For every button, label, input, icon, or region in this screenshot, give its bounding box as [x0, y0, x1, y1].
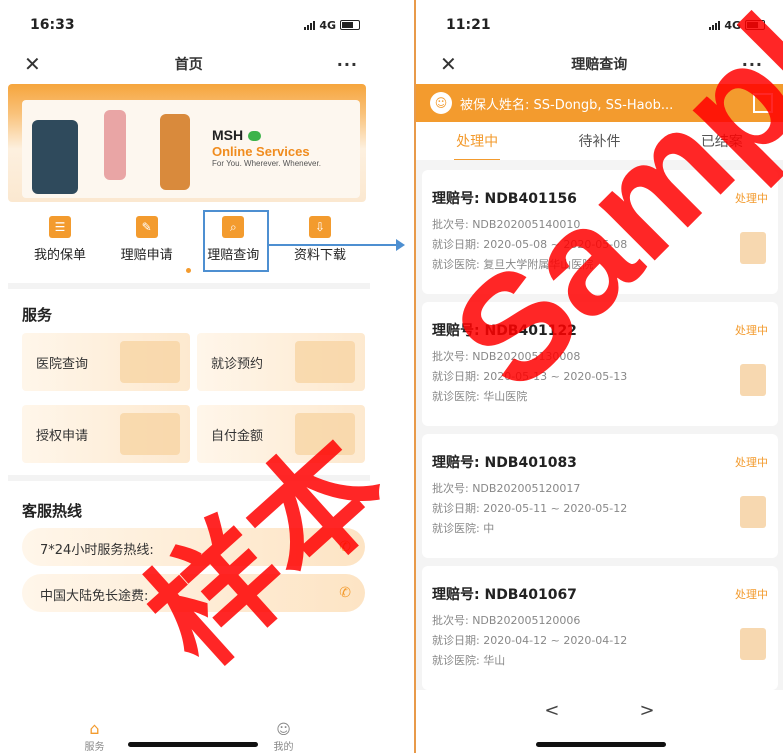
signal-icon: [709, 20, 721, 30]
service-copay[interactable]: 自付金额: [197, 405, 365, 463]
pointer-arrowhead: [396, 239, 405, 251]
status-badge: 处理中: [735, 456, 768, 469]
claim-card[interactable]: 理赔号: NDB401067 处理中 批次号: NDB202005120006 …: [422, 566, 778, 690]
divider: [8, 475, 370, 481]
edit-icon: ✎: [135, 216, 158, 238]
status-time: 16:33: [30, 17, 75, 33]
service-appointment[interactable]: 就诊预约: [197, 333, 365, 391]
claim-list: 理赔号: NDB401156 处理中 批次号: NDB202005140010 …: [416, 160, 783, 690]
qr-code-icon[interactable]: [753, 93, 773, 113]
brand-service: Online Services: [212, 144, 310, 159]
page-indicator: [186, 268, 191, 273]
user-icon: ☺: [276, 722, 291, 738]
more-icon[interactable]: ···: [337, 55, 358, 74]
home-indicator: [536, 742, 666, 747]
service-authorization[interactable]: 授权申请: [22, 405, 190, 463]
insured-bar[interactable]: ☺ 被保人姓名: SS-Dongb, SS-Haob...: [416, 84, 783, 122]
download-icon: ⇩: [308, 216, 331, 238]
status-badge: 处理中: [735, 324, 768, 337]
more-icon[interactable]: ···: [742, 55, 763, 74]
authorization-illustration-icon: [120, 413, 180, 455]
claim-card[interactable]: 理赔号: NDB401156 处理中 批次号: NDB202005140010 …: [422, 170, 778, 294]
battery-icon: [340, 20, 360, 30]
appointment-illustration-icon: [295, 341, 355, 383]
status-tabs: 处理中 待补件 已结案: [416, 122, 783, 161]
document-icon: [740, 628, 766, 660]
tab-home[interactable]: ⌂ 服务: [85, 719, 105, 753]
copay-illustration-icon: [295, 413, 355, 455]
claim-query-screen: 11:21 4G ✕ 理赔查询 ··· ☺ 被保人姓名: SS-Dongb, S…: [414, 0, 783, 753]
document-icon: [740, 364, 766, 396]
insured-names: 被保人姓名: SS-Dongb, SS-Haob...: [460, 97, 674, 113]
claim-card[interactable]: 理赔号: NDB401122 处理中 批次号: NDB202005130008 …: [422, 302, 778, 426]
highlight-box: [203, 210, 269, 272]
home-screen: 16:33 4G ✕ 首页 ··· MSH Online Services Fo…: [0, 0, 378, 753]
status-badge: 处理中: [735, 192, 768, 205]
status-bar: 16:33 4G: [0, 0, 378, 50]
menu-claim-apply[interactable]: ✎ 理赔申请: [107, 208, 187, 263]
home-icon: ⌂: [89, 719, 100, 738]
document-icon: [740, 232, 766, 264]
hotline-mainland[interactable]: 中国大陆免长途费: ✆: [22, 574, 365, 612]
wechat-icon: [248, 130, 262, 141]
person-illustration-icon: [104, 110, 126, 180]
tab-closed[interactable]: 已结案: [701, 131, 743, 151]
menu-download[interactable]: ⇩ 资料下载: [280, 208, 360, 263]
claim-card[interactable]: 理赔号: NDB401083 处理中 批次号: NDB202005120017 …: [422, 434, 778, 558]
pager: < >: [416, 690, 783, 730]
user-icon: ☺: [430, 92, 452, 114]
brand-name: MSH: [212, 127, 244, 143]
policy-icon: ☰: [49, 216, 71, 238]
divider: [8, 283, 370, 289]
services-title: 服务: [22, 306, 53, 324]
phone-icon: ✆: [339, 539, 351, 555]
status-badge: 处理中: [735, 588, 768, 601]
tab-processing[interactable]: 处理中: [454, 131, 501, 161]
page-title: 理赔查询: [571, 57, 628, 73]
hotline-24h[interactable]: 7*24小时服务热线: ✆: [22, 528, 365, 566]
battery-icon: [745, 20, 765, 30]
tab-me[interactable]: ☺ 我的: [274, 722, 294, 753]
quick-menu: ☰ 我的保单 ✎ 理赔申请 ⌕ 理赔查询 ⇩ 资料下载: [20, 208, 360, 263]
network-label: 4G: [319, 18, 336, 32]
prev-page-button[interactable]: <: [544, 700, 559, 721]
brand-block: MSH Online Services For You. Wherever. W…: [212, 125, 321, 168]
tab-pending-docs[interactable]: 待补件: [578, 131, 620, 151]
nav-bar: ✕ 首页 ···: [0, 50, 378, 78]
service-hospital-query[interactable]: 医院查询: [22, 333, 190, 391]
hospital-illustration-icon: [120, 341, 180, 383]
hotline-title: 客服热线: [22, 502, 83, 520]
network-label: 4G: [724, 18, 741, 32]
phone-icon: ✆: [339, 585, 351, 601]
page-title: 首页: [174, 57, 203, 73]
person-illustration-icon: [160, 114, 190, 190]
home-indicator: [128, 742, 258, 747]
close-icon[interactable]: ✕: [440, 52, 457, 76]
nav-bar: ✕ 理赔查询 ···: [416, 50, 783, 78]
next-page-button[interactable]: >: [640, 700, 655, 721]
close-icon[interactable]: ✕: [24, 52, 41, 76]
person-illustration-icon: [32, 120, 78, 194]
pointer-arrow: [269, 244, 399, 246]
status-time: 11:21: [446, 17, 491, 33]
signal-icon: [304, 20, 316, 30]
status-bar: 11:21 4G: [416, 0, 783, 50]
menu-my-policy[interactable]: ☰ 我的保单: [20, 208, 100, 263]
brand-tagline: For You. Wherever. Whenever.: [212, 159, 321, 168]
document-icon: [740, 496, 766, 528]
